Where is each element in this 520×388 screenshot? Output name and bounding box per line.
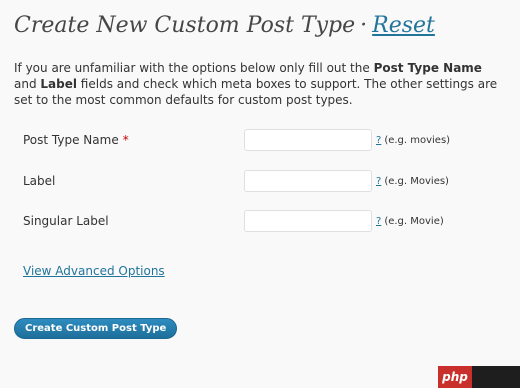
label-field-label: Label: [23, 174, 56, 188]
post-type-name-label: Post Type Name *: [23, 133, 129, 147]
singular-label-input[interactable]: [244, 210, 372, 232]
singular-label-example: (e.g. Movie): [384, 216, 444, 227]
singular-label-field-label: Singular Label: [23, 214, 109, 228]
post-type-name-input[interactable]: [244, 129, 372, 151]
intro-bold-label: Label: [40, 77, 77, 91]
post-type-name-help-link[interactable]: ?: [376, 135, 381, 146]
watermark-bar: [472, 366, 520, 388]
required-marker: *: [122, 133, 129, 147]
post-type-name-label-text: Post Type Name: [23, 133, 119, 147]
label-example: (e.g. Movies): [384, 176, 449, 187]
singular-label-help-link[interactable]: ?: [376, 216, 381, 227]
watermark-logo: php: [438, 366, 472, 388]
intro-part3: fields and check which meta boxes to sup…: [14, 77, 498, 107]
singular-label-help: ? (e.g. Movie): [376, 216, 444, 227]
intro-bold-post-type-name: Post Type Name: [373, 61, 482, 75]
label-input[interactable]: [244, 170, 372, 192]
label-help-link[interactable]: ?: [376, 176, 381, 187]
create-custom-post-type-button[interactable]: Create Custom Post Type: [14, 318, 178, 339]
post-type-name-example: (e.g. movies): [384, 135, 451, 146]
reset-link[interactable]: Reset: [372, 13, 435, 38]
label-help: ? (e.g. Movies): [376, 176, 449, 187]
intro-text: If you are unfamiliar with the options b…: [14, 60, 506, 108]
post-type-name-help: ? (e.g. movies): [376, 135, 450, 146]
page-title-text: Create New Custom Post Type: [14, 13, 356, 38]
intro-part1: If you are unfamiliar with the options b…: [14, 61, 374, 75]
view-advanced-options-link[interactable]: View Advanced Options: [23, 264, 165, 278]
intro-part2: and: [14, 77, 41, 91]
title-separator: ·: [360, 13, 368, 38]
page-title: Create New Custom Post Type · Reset: [14, 13, 435, 38]
watermark: php: [438, 366, 520, 388]
